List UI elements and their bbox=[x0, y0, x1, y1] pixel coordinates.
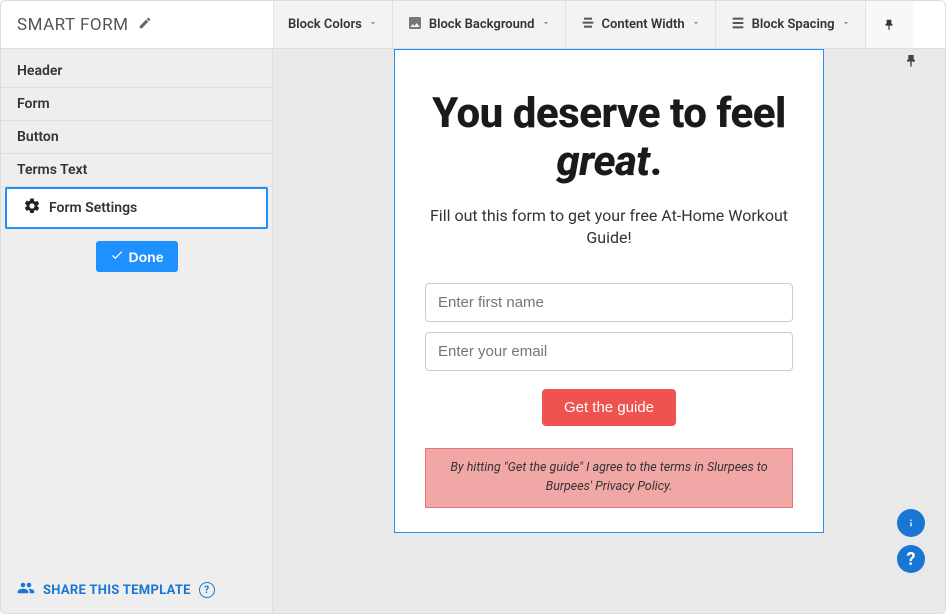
sidebar-item-header[interactable]: Header bbox=[1, 55, 272, 88]
sidebar-item-label: Button bbox=[17, 129, 59, 145]
terms-text[interactable]: By hitting "Get the guide" I agree to th… bbox=[425, 448, 793, 508]
done-button[interactable]: Done bbox=[96, 241, 178, 272]
app-body: Header Form Button Terms Text Form Setti… bbox=[1, 49, 945, 613]
chevron-down-icon bbox=[368, 17, 378, 32]
sidebar-item-label: Form bbox=[17, 96, 50, 112]
app-frame: SMART FORM Block Colors Block Background bbox=[0, 0, 946, 614]
pin-button[interactable] bbox=[865, 1, 913, 48]
sidebar-item-label: Header bbox=[17, 63, 62, 79]
first-name-input[interactable] bbox=[425, 283, 793, 322]
image-icon bbox=[407, 15, 423, 35]
help-button[interactable]: ? bbox=[897, 545, 925, 573]
content-width-button[interactable]: Content Width bbox=[565, 1, 715, 48]
heading-pre: You deserve to feel bbox=[432, 89, 786, 138]
top-toolbar: SMART FORM Block Colors Block Background bbox=[1, 1, 945, 49]
toolbar-title-section: SMART FORM bbox=[1, 1, 273, 48]
cta-button[interactable]: Get the guide bbox=[542, 389, 676, 426]
email-input[interactable] bbox=[425, 332, 793, 371]
form-preview[interactable]: You deserve to feel great. Fill out this… bbox=[394, 49, 824, 533]
spacing-icon bbox=[730, 15, 746, 35]
sidebar-item-terms-text[interactable]: Terms Text bbox=[1, 154, 272, 187]
share-label: SHARE THIS TEMPLATE bbox=[43, 583, 191, 598]
pin-icon[interactable] bbox=[903, 53, 919, 73]
sidebar-item-form-settings[interactable]: Form Settings bbox=[5, 187, 268, 229]
cta-row: Get the guide bbox=[425, 389, 793, 426]
block-colors-button[interactable]: Block Colors bbox=[273, 1, 392, 48]
width-icon bbox=[580, 15, 596, 35]
sidebar-item-button[interactable]: Button bbox=[1, 121, 272, 154]
block-background-label: Block Background bbox=[429, 17, 535, 32]
gear-icon bbox=[23, 197, 41, 219]
block-spacing-label: Block Spacing bbox=[752, 17, 835, 32]
check-icon bbox=[110, 248, 124, 265]
toolbar-buttons: Block Colors Block Background Content Wi bbox=[273, 1, 945, 48]
help-icon[interactable]: ? bbox=[199, 582, 215, 598]
sidebar-item-label: Terms Text bbox=[17, 162, 87, 178]
sidebar: Header Form Button Terms Text Form Setti… bbox=[1, 49, 273, 613]
block-spacing-button[interactable]: Block Spacing bbox=[715, 1, 865, 48]
preview-subheading: Fill out this form to get your free At-H… bbox=[425, 205, 793, 250]
done-row: Done bbox=[1, 229, 272, 284]
sidebar-item-label: Form Settings bbox=[49, 200, 137, 216]
preview-heading: You deserve to feel great. bbox=[425, 90, 793, 187]
block-background-button[interactable]: Block Background bbox=[392, 1, 565, 48]
pencil-icon[interactable] bbox=[138, 15, 152, 34]
chevron-down-icon bbox=[541, 17, 551, 32]
block-title: SMART FORM bbox=[17, 15, 128, 35]
sidebar-item-form[interactable]: Form bbox=[1, 88, 272, 121]
content-width-label: Content Width bbox=[602, 17, 685, 32]
info-button[interactable] bbox=[897, 509, 925, 537]
chevron-down-icon bbox=[691, 17, 701, 32]
chevron-down-icon bbox=[841, 17, 851, 32]
done-label: Done bbox=[129, 249, 164, 265]
people-icon bbox=[17, 579, 35, 601]
floating-help: ? bbox=[897, 509, 925, 573]
heading-post: . bbox=[650, 137, 662, 186]
canvas-area: You deserve to feel great. Fill out this… bbox=[273, 49, 945, 613]
share-template-button[interactable]: SHARE THIS TEMPLATE ? bbox=[1, 567, 272, 613]
sidebar-list: Header Form Button Terms Text Form Setti… bbox=[1, 49, 272, 567]
heading-em: great bbox=[556, 137, 649, 186]
block-colors-label: Block Colors bbox=[288, 17, 362, 32]
